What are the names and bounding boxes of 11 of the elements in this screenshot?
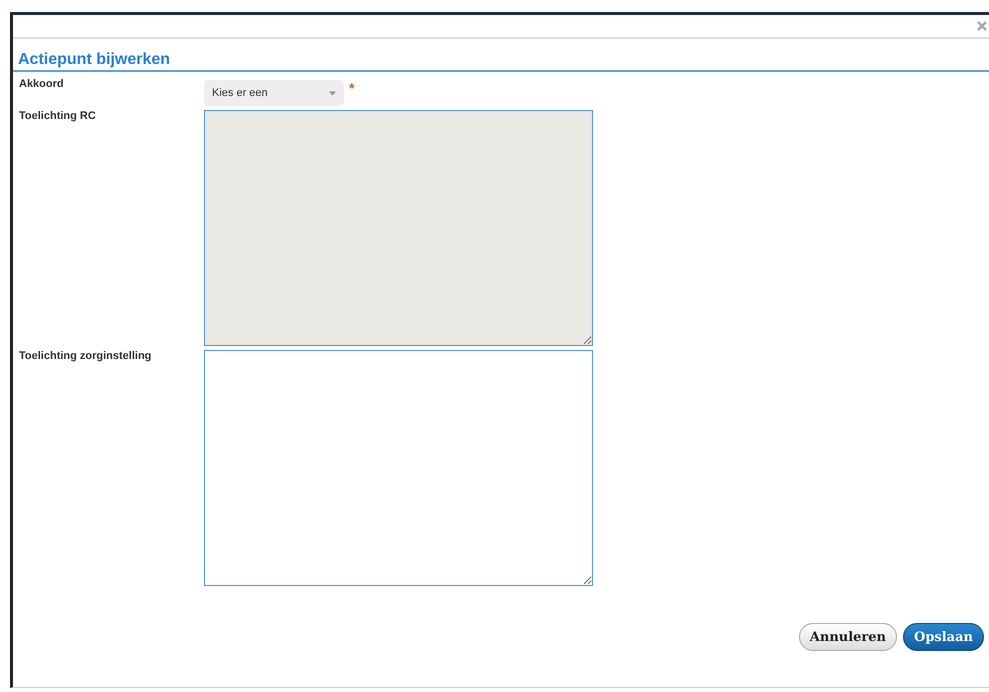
cancel-button[interactable]: Annuleren [798,623,898,651]
required-mark: * [349,80,354,96]
field-label: Toelichting RC [19,110,97,124]
close-icon[interactable] [977,21,987,31]
save-button[interactable]: Opslaan [903,623,984,651]
caret-icon [329,90,336,96]
text-area[interactable] [204,350,593,586]
field-label: Akkoord [19,78,65,92]
dropdown-field[interactable]: Kies er een [204,80,344,106]
field-label: Toelichting zorginstelling [19,350,152,364]
dialog-title: Actiepunt bijwerken [13,39,989,72]
